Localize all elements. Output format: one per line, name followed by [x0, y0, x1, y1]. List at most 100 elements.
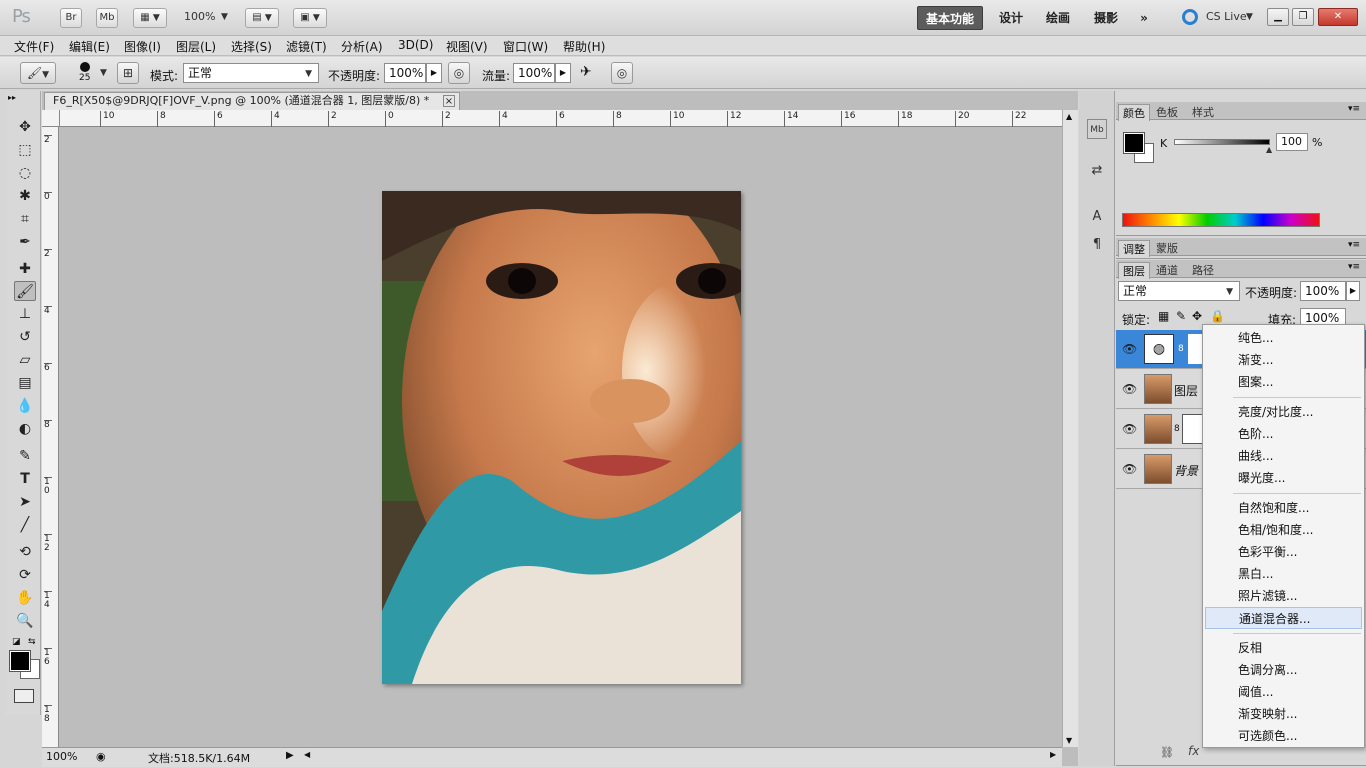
- menu-layer[interactable]: 图层(L): [176, 38, 216, 55]
- history-icon[interactable]: ⇄: [1087, 161, 1107, 181]
- tab-adjustments[interactable]: 调整: [1118, 240, 1150, 257]
- mini-bridge-button[interactable]: Mb: [96, 8, 118, 28]
- opacity-slider-toggle[interactable]: ▶: [426, 63, 442, 83]
- status-menu-arrow-icon[interactable]: ▶: [286, 750, 294, 761]
- brush-tool-icon[interactable]: 🖌: [14, 281, 36, 301]
- crop-tool-icon[interactable]: ⌗: [14, 209, 36, 229]
- menu-item-photo-filter[interactable]: 照片滤镜...: [1205, 585, 1362, 607]
- airbrush-icon[interactable]: ✈: [580, 64, 592, 80]
- lock-transparency-icon[interactable]: ▦: [1158, 309, 1169, 323]
- menu-item-color-balance[interactable]: 色彩平衡...: [1205, 541, 1362, 563]
- menu-item-exposure[interactable]: 曝光度...: [1205, 467, 1362, 489]
- menu-item-selective-color[interactable]: 可选颜色...: [1205, 725, 1362, 747]
- menu-window[interactable]: 窗口(W): [503, 38, 548, 55]
- panel-menu-icon[interactable]: ▾≡: [1348, 262, 1360, 272]
- panel-menu-icon[interactable]: ▾≡: [1348, 104, 1360, 114]
- collapse-icon[interactable]: ▸▸: [8, 93, 16, 102]
- tab-styles[interactable]: 样式: [1188, 104, 1218, 120]
- menu-item-hue-saturation[interactable]: 色相/饱和度...: [1205, 519, 1362, 541]
- menu-item-gradient[interactable]: 渐变...: [1205, 349, 1362, 371]
- layer-opacity-toggle[interactable]: ▶: [1346, 281, 1360, 301]
- menu-item-curves[interactable]: 曲线...: [1205, 445, 1362, 467]
- quick-mask-icon[interactable]: [14, 689, 34, 703]
- layer-style-icon[interactable]: fx: [1188, 744, 1199, 758]
- k-slider[interactable]: [1174, 139, 1270, 145]
- scroll-down-icon[interactable]: ▼: [1066, 736, 1072, 745]
- status-info-icon[interactable]: ◉: [96, 750, 106, 763]
- brush-panel-toggle[interactable]: ⊞: [117, 62, 139, 84]
- history-brush-tool-icon[interactable]: ↺: [14, 327, 36, 347]
- restore-button[interactable]: ❐: [1292, 8, 1314, 26]
- flow-slider-toggle[interactable]: ▶: [555, 63, 571, 83]
- chevron-down-icon[interactable]: ▼: [1246, 12, 1253, 22]
- screen-mode-button[interactable]: ▣ ▼: [293, 8, 327, 28]
- visibility-eye-icon[interactable]: 👁: [1122, 342, 1137, 356]
- menu-item-invert[interactable]: 反相: [1205, 637, 1362, 659]
- default-colors-icon[interactable]: ◪: [12, 637, 21, 647]
- pen-tool-icon[interactable]: ✎: [14, 446, 36, 466]
- mini-bridge-icon[interactable]: Mb: [1087, 119, 1107, 139]
- 3d-orbit-tool-icon[interactable]: ⟳: [14, 565, 36, 585]
- menu-item-black-white[interactable]: 黑白...: [1205, 563, 1362, 585]
- scroll-up-icon[interactable]: ▲: [1066, 112, 1072, 121]
- menu-item-solid-color[interactable]: 纯色...: [1205, 327, 1362, 349]
- document-tab[interactable]: F6_R[X50$@9DRJQ[F]OVF_V.png @ 100% (通道混合…: [44, 92, 460, 110]
- tab-masks[interactable]: 蒙版: [1152, 240, 1182, 256]
- menu-3d[interactable]: 3D(D): [398, 38, 433, 52]
- pressure-opacity-button[interactable]: ◎: [448, 62, 470, 84]
- menu-item-threshold[interactable]: 阈值...: [1205, 681, 1362, 703]
- document-canvas[interactable]: [382, 191, 741, 684]
- chevron-down-icon[interactable]: ▼: [100, 68, 107, 78]
- workspace-essentials[interactable]: 基本功能: [917, 6, 983, 30]
- menu-help[interactable]: 帮助(H): [563, 38, 605, 55]
- workspace-photography[interactable]: 摄影: [1088, 6, 1124, 30]
- lock-pixels-icon[interactable]: ✎: [1176, 309, 1186, 323]
- k-value-input[interactable]: 100: [1276, 133, 1308, 151]
- move-tool-icon[interactable]: ✥: [14, 117, 36, 137]
- tab-paths[interactable]: 路径: [1188, 262, 1218, 278]
- link-layers-icon[interactable]: ⛓: [1160, 746, 1174, 759]
- scroll-left-icon[interactable]: ◀: [304, 750, 310, 759]
- path-select-tool-icon[interactable]: ➤: [14, 492, 36, 512]
- menu-analysis[interactable]: 分析(A): [341, 38, 383, 55]
- tool-preset-picker[interactable]: 🖌▼: [20, 62, 56, 84]
- workspace-design[interactable]: 设计: [993, 6, 1029, 30]
- opacity-input[interactable]: 100%: [384, 63, 426, 83]
- menu-file[interactable]: 文件(F): [14, 38, 54, 55]
- visibility-eye-icon[interactable]: 👁: [1122, 462, 1137, 476]
- visibility-eye-icon[interactable]: 👁: [1122, 382, 1137, 396]
- healing-brush-tool-icon[interactable]: ✚: [14, 259, 36, 279]
- zoom-tool-icon[interactable]: 🔍: [14, 611, 36, 631]
- foreground-color-swatch[interactable]: [9, 650, 31, 672]
- pressure-size-button[interactable]: ◎: [611, 62, 633, 84]
- menu-item-gradient-map[interactable]: 渐变映射...: [1205, 703, 1362, 725]
- tab-color[interactable]: 颜色: [1118, 104, 1150, 121]
- menu-item-levels[interactable]: 色阶...: [1205, 423, 1362, 445]
- dodge-tool-icon[interactable]: ◐: [14, 419, 36, 439]
- clone-stamp-tool-icon[interactable]: ⊥: [14, 304, 36, 324]
- line-tool-icon[interactable]: ╱: [14, 515, 36, 535]
- more-workspaces-button[interactable]: »: [1134, 6, 1154, 30]
- color-spectrum[interactable]: [1122, 213, 1320, 227]
- menu-item-vibrance[interactable]: 自然饱和度...: [1205, 497, 1362, 519]
- paragraph-icon[interactable]: ¶: [1087, 235, 1107, 255]
- menu-item-pattern[interactable]: 图案...: [1205, 371, 1362, 393]
- flow-input[interactable]: 100%: [513, 63, 555, 83]
- tab-swatches[interactable]: 色板: [1152, 104, 1182, 120]
- panel-menu-icon[interactable]: ▾≡: [1348, 240, 1360, 250]
- type-tool-icon[interactable]: T: [14, 469, 36, 489]
- extras-button[interactable]: ▦ ▼: [133, 8, 167, 28]
- menu-item-posterize[interactable]: 色调分离...: [1205, 659, 1362, 681]
- menu-item-brightness-contrast[interactable]: 亮度/对比度...: [1205, 401, 1362, 423]
- menu-image[interactable]: 图像(I): [124, 38, 161, 55]
- menu-view[interactable]: 视图(V): [446, 38, 488, 55]
- mode-select[interactable]: 正常 ▼: [183, 63, 319, 83]
- vertical-scrollbar[interactable]: ▲ ▼: [1062, 110, 1078, 747]
- blur-tool-icon[interactable]: 💧: [14, 396, 36, 416]
- hand-tool-icon[interactable]: ✋: [14, 588, 36, 608]
- gradient-tool-icon[interactable]: ▤: [14, 373, 36, 393]
- zoom-level[interactable]: 100%: [184, 10, 215, 23]
- workspace-painting[interactable]: 绘画: [1040, 6, 1076, 30]
- menu-edit[interactable]: 编辑(E): [69, 38, 110, 55]
- arrange-documents-button[interactable]: ▤ ▼: [245, 8, 279, 28]
